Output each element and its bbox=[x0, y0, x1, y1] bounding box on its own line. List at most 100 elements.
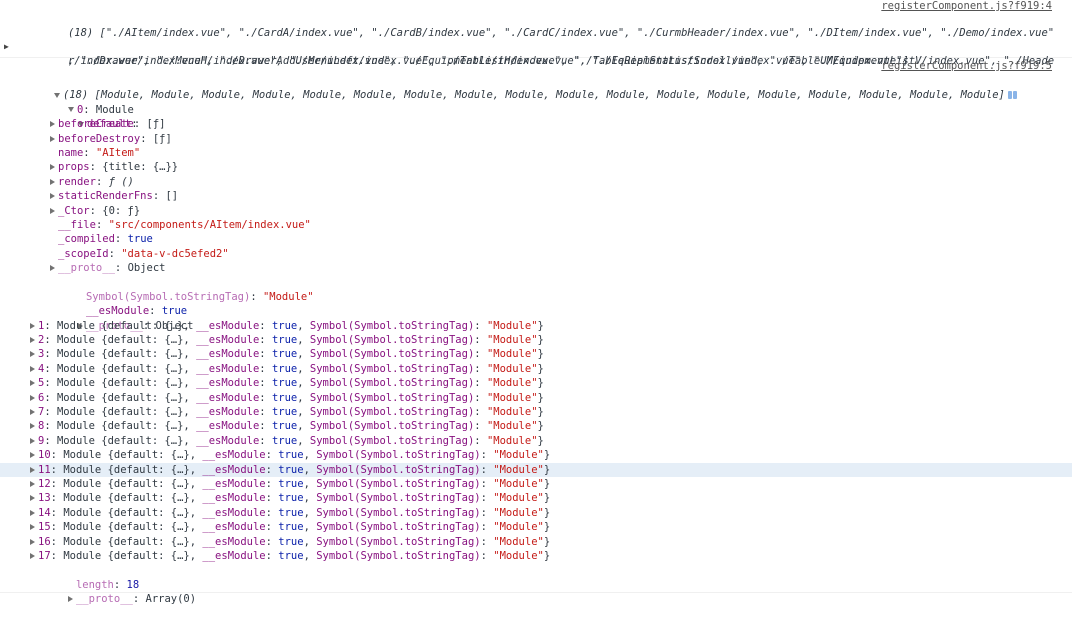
row-esmodule-key: __esModule bbox=[196, 334, 260, 347]
row-symbol-value: "Module" bbox=[486, 348, 538, 361]
row-index: 10 bbox=[38, 449, 51, 462]
expand-triangle-icon[interactable] bbox=[30, 552, 35, 559]
property-value: ƒ () bbox=[108, 175, 134, 188]
row-symbol-key: Symbol(Symbol.toStringTag) bbox=[316, 449, 481, 462]
expand-triangle-icon[interactable] bbox=[50, 135, 55, 142]
property-row[interactable]: beforeCreate: [ƒ] bbox=[0, 117, 1072, 131]
module-row[interactable]: 16: Module {default: {…}, __esModule: tr… bbox=[0, 535, 1072, 549]
expand-triangle-icon[interactable] bbox=[50, 121, 55, 128]
row-esmodule-key: __esModule bbox=[196, 377, 260, 390]
module-row[interactable]: 13: Module {default: {…}, __esModule: tr… bbox=[0, 491, 1072, 505]
module-row[interactable]: 5: Module {default: {…}, __esModule: tru… bbox=[0, 376, 1072, 390]
module-row[interactable]: 7: Module {default: {…}, __esModule: tru… bbox=[0, 405, 1072, 419]
module-row[interactable]: 11: Module {default: {…}, __esModule: tr… bbox=[0, 462, 1072, 477]
property-value: "AItem" bbox=[95, 146, 141, 159]
expand-triangle-icon[interactable] bbox=[30, 380, 35, 387]
row-default: {default: {…}, bbox=[101, 420, 197, 433]
module-row[interactable]: 8: Module {default: {…}, __esModule: tru… bbox=[0, 419, 1072, 433]
expand-triangle-icon[interactable] bbox=[50, 164, 55, 171]
expand-triangle-icon[interactable] bbox=[30, 394, 35, 401]
expand-triangle-icon[interactable] bbox=[30, 322, 35, 329]
row-label: Module bbox=[63, 449, 102, 462]
row-esmodule-key: __esModule bbox=[196, 434, 260, 447]
expand-triangle-icon[interactable] bbox=[30, 423, 35, 430]
array-summary[interactable]: (18) [Module, Module, Module, Module, Mo… bbox=[0, 74, 1072, 101]
row-esmodule-key: __esModule bbox=[202, 521, 266, 534]
property-row[interactable]: render: ƒ () bbox=[0, 175, 1072, 189]
row-symbol-value: "Module" bbox=[486, 319, 538, 332]
row-symbol-value: "Module" bbox=[493, 521, 544, 534]
expand-triangle-icon[interactable] bbox=[50, 265, 55, 272]
row-symbol-value: "Module" bbox=[486, 362, 538, 375]
expand-triangle-icon[interactable] bbox=[30, 365, 35, 372]
row-index: 2 bbox=[38, 334, 45, 347]
module-row[interactable]: 10: Module {default: {…}, __esModule: tr… bbox=[0, 448, 1072, 462]
module-row[interactable]: 2: Module {default: {…}, __esModule: tru… bbox=[0, 333, 1072, 347]
property-row[interactable]: staticRenderFns: [] bbox=[0, 189, 1072, 203]
expand-triangle-icon[interactable] bbox=[30, 509, 35, 516]
row-esmodule-key: __esModule bbox=[202, 477, 266, 490]
row-symbol-value: "Module" bbox=[493, 535, 544, 548]
console-message-2: registerComponent.js?f919:5 (18) [Module… bbox=[0, 58, 1072, 605]
row-default: {default: {…}, bbox=[101, 319, 197, 332]
expand-triangle-icon[interactable] bbox=[30, 524, 35, 531]
row-label: Module bbox=[63, 521, 102, 534]
property-row[interactable]: props: {title: {…}} bbox=[0, 160, 1072, 174]
source-link[interactable]: registerComponent.js?f919:5 bbox=[881, 60, 1052, 73]
row-symbol-value: "Module" bbox=[493, 463, 544, 476]
expand-triangle-icon[interactable] bbox=[30, 495, 35, 502]
row-default: {default: {…}, bbox=[101, 377, 197, 390]
row-esmodule-value: true bbox=[278, 521, 304, 534]
expand-triangle-icon[interactable] bbox=[30, 337, 35, 344]
row-symbol-key: Symbol(Symbol.toStringTag) bbox=[309, 391, 475, 404]
row-esmodule-value: true bbox=[271, 362, 298, 375]
row-default: {default: {…}, bbox=[107, 521, 203, 534]
expand-triangle-icon[interactable] bbox=[30, 452, 35, 459]
expand-triangle-icon[interactable] bbox=[30, 437, 35, 444]
row-index: 9 bbox=[38, 434, 45, 447]
tree-item-proto[interactable]: __proto__: Object bbox=[0, 304, 1072, 332]
row-index: 6 bbox=[38, 391, 45, 404]
row-default: {default: {…}, bbox=[101, 434, 197, 447]
module-row[interactable]: 14: Module {default: {…}, __esModule: tr… bbox=[0, 506, 1072, 520]
module-row[interactable]: 3: Module {default: {…}, __esModule: tru… bbox=[0, 347, 1072, 361]
row-esmodule-key: __esModule bbox=[196, 348, 260, 361]
module-row[interactable]: 9: Module {default: {…}, __esModule: tru… bbox=[0, 434, 1072, 448]
tree-item-symbol: Symbol(Symbol.toStringTag): "Module" bbox=[85, 290, 314, 303]
module-row[interactable]: 4: Module {default: {…}, __esModule: tru… bbox=[0, 362, 1072, 376]
row-label: Module bbox=[63, 506, 102, 519]
row-index: 7 bbox=[38, 405, 45, 418]
expand-triangle-icon[interactable] bbox=[30, 480, 35, 487]
property-row[interactable]: _Ctor: {0: ƒ} bbox=[0, 204, 1072, 218]
row-symbol-value: "Module" bbox=[486, 334, 538, 347]
tree-item-array-proto[interactable]: __proto__: Array(0) bbox=[0, 578, 1072, 605]
expand-triangle-icon[interactable] bbox=[30, 538, 35, 545]
expand-triangle-icon[interactable] bbox=[30, 408, 35, 415]
row-index: 4 bbox=[38, 362, 45, 375]
module-row[interactable]: 15: Module {default: {…}, __esModule: tr… bbox=[0, 520, 1072, 534]
expand-triangle-icon[interactable] bbox=[50, 178, 55, 185]
property-row[interactable]: beforeDestroy: [ƒ] bbox=[0, 132, 1072, 146]
module-row[interactable]: 1: Module {default: {…}, __esModule: tru… bbox=[0, 319, 1072, 333]
row-index: 5 bbox=[38, 377, 45, 390]
row-esmodule-value: true bbox=[271, 377, 298, 390]
row-index: 14 bbox=[38, 506, 51, 519]
property-value: Object bbox=[127, 262, 166, 275]
tree-item-default[interactable]: default: bbox=[0, 103, 1072, 130]
row-esmodule-key: __esModule bbox=[196, 362, 260, 375]
row-esmodule-key: __esModule bbox=[196, 391, 260, 404]
module-row[interactable]: 12: Module {default: {…}, __esModule: tr… bbox=[0, 477, 1072, 491]
module-row[interactable]: 17: Module {default: {…}, __esModule: tr… bbox=[0, 549, 1072, 563]
row-esmodule-value: true bbox=[278, 463, 304, 476]
row-label: Module bbox=[63, 463, 102, 476]
row-symbol-value: "Module" bbox=[493, 477, 544, 490]
module-row[interactable]: 6: Module {default: {…}, __esModule: tru… bbox=[0, 391, 1072, 405]
expand-triangle-icon[interactable] bbox=[30, 351, 35, 358]
expand-triangle-icon[interactable] bbox=[50, 207, 55, 214]
tree-item-0[interactable]: 0: Module bbox=[0, 88, 1072, 116]
expand-triangle-icon[interactable] bbox=[67, 596, 73, 603]
row-esmodule-key: __esModule bbox=[202, 506, 266, 519]
expand-triangle-icon[interactable] bbox=[50, 193, 55, 200]
property-row[interactable]: __proto__: Object bbox=[0, 261, 1072, 275]
expand-triangle-icon[interactable] bbox=[30, 466, 35, 473]
